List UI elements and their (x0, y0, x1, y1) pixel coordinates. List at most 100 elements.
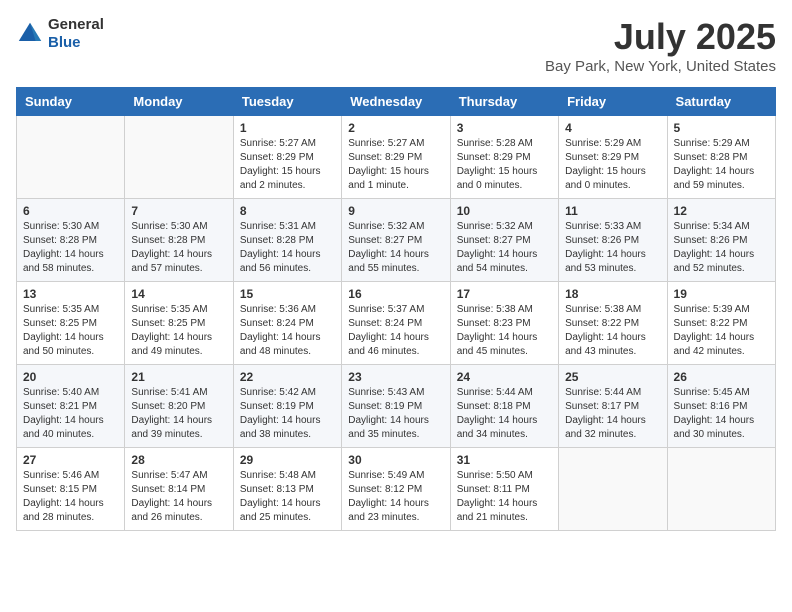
calendar-week-1: 1 Sunrise: 5:27 AM Sunset: 8:29 PM Daylig… (17, 116, 776, 199)
calendar-cell: 4 Sunrise: 5:29 AM Sunset: 8:29 PM Daylig… (559, 116, 667, 199)
day-info: Sunrise: 5:45 AM Sunset: 8:16 PM Dayligh… (674, 386, 769, 442)
day-number: 5 (674, 121, 769, 135)
day-number: 2 (348, 121, 443, 135)
day-info: Sunrise: 5:50 AM Sunset: 8:11 PM Dayligh… (457, 469, 552, 525)
day-number: 24 (457, 370, 552, 384)
calendar-cell (667, 448, 775, 531)
calendar-cell: 14 Sunrise: 5:35 AM Sunset: 8:25 PM Dayli… (125, 282, 233, 365)
calendar-cell: 7 Sunrise: 5:30 AM Sunset: 8:28 PM Daylig… (125, 199, 233, 282)
col-header-friday: Friday (559, 88, 667, 116)
calendar-cell: 19Sunrise: 5:39 AM Sunset: 8:22 PM Dayli… (667, 282, 775, 365)
calendar-cell: 29 Sunrise: 5:48 AM Sunset: 8:13 PM Dayli… (233, 448, 341, 531)
calendar-week-4: 20 Sunrise: 5:40 AM Sunset: 8:21 PM Dayli… (17, 365, 776, 448)
calendar-cell: 31 Sunrise: 5:50 AM Sunset: 8:11 PM Dayli… (450, 448, 558, 531)
day-info: Sunrise: 5:48 AM Sunset: 8:13 PM Dayligh… (240, 469, 335, 525)
day-number: 21 (131, 370, 226, 384)
calendar-cell: 13Sunrise: 5:35 AM Sunset: 8:25 PM Dayli… (17, 282, 125, 365)
day-number: 8 (240, 204, 335, 218)
day-info: Sunrise: 5:44 AM Sunset: 8:17 PM Dayligh… (565, 386, 660, 442)
day-info: Sunrise: 5:28 AM Sunset: 8:29 PM Dayligh… (457, 137, 552, 193)
day-info: Sunrise: 5:32 AM Sunset: 8:27 PM Dayligh… (457, 220, 552, 276)
day-number: 16 (348, 287, 443, 301)
calendar-cell: 30 Sunrise: 5:49 AM Sunset: 8:12 PM Dayli… (342, 448, 450, 531)
calendar-cell: 11 Sunrise: 5:33 AM Sunset: 8:26 PM Dayli… (559, 199, 667, 282)
day-number: 1 (240, 121, 335, 135)
day-info: Sunrise: 5:29 AM Sunset: 8:29 PM Dayligh… (565, 137, 660, 193)
calendar-cell: 18Sunrise: 5:38 AM Sunset: 8:22 PM Dayli… (559, 282, 667, 365)
calendar-cell (17, 116, 125, 199)
day-info: Sunrise: 5:49 AM Sunset: 8:12 PM Dayligh… (348, 469, 443, 525)
day-info: Sunrise: 5:33 AM Sunset: 8:26 PM Dayligh… (565, 220, 660, 276)
day-number: 31 (457, 453, 552, 467)
day-number: 3 (457, 121, 552, 135)
calendar-cell: 10 Sunrise: 5:32 AM Sunset: 8:27 PM Dayli… (450, 199, 558, 282)
logo-general: General (48, 16, 104, 34)
logo-blue: Blue (48, 34, 104, 52)
day-number: 6 (23, 204, 118, 218)
logo-icon (16, 20, 44, 48)
col-header-thursday: Thursday (450, 88, 558, 116)
calendar-cell: 21 Sunrise: 5:41 AM Sunset: 8:20 PM Dayli… (125, 365, 233, 448)
calendar-cell: 22 Sunrise: 5:42 AM Sunset: 8:19 PM Dayli… (233, 365, 341, 448)
day-number: 14 (131, 287, 226, 301)
calendar-cell: 24 Sunrise: 5:44 AM Sunset: 8:18 PM Dayli… (450, 365, 558, 448)
calendar-cell: 20 Sunrise: 5:40 AM Sunset: 8:21 PM Dayli… (17, 365, 125, 448)
day-info: Sunrise: 5:44 AM Sunset: 8:18 PM Dayligh… (457, 386, 552, 442)
calendar-cell (125, 116, 233, 199)
col-header-sunday: Sunday (17, 88, 125, 116)
day-number: 29 (240, 453, 335, 467)
calendar-cell: 28Sunrise: 5:47 AM Sunset: 8:14 PM Dayli… (125, 448, 233, 531)
day-number: 11 (565, 204, 660, 218)
day-info: Sunrise: 5:40 AM Sunset: 8:21 PM Dayligh… (23, 386, 118, 442)
day-info: Sunrise: 5:43 AM Sunset: 8:19 PM Dayligh… (348, 386, 443, 442)
day-number: 19 (674, 287, 769, 301)
day-number: 18 (565, 287, 660, 301)
page-header: General Blue July 2025 Bay Park, New Yor… (16, 16, 776, 75)
day-number: 7 (131, 204, 226, 218)
day-number: 4 (565, 121, 660, 135)
calendar-cell: 5 Sunrise: 5:29 AM Sunset: 8:28 PM Daylig… (667, 116, 775, 199)
calendar-week-2: 6 Sunrise: 5:30 AM Sunset: 8:28 PM Daylig… (17, 199, 776, 282)
calendar-header: SundayMondayTuesdayWednesdayThursdayFrid… (17, 88, 776, 116)
calendar-cell: 16Sunrise: 5:37 AM Sunset: 8:24 PM Dayli… (342, 282, 450, 365)
calendar-week-3: 13 Sunrise: 5:35 AM Sunset: 8:25 PM Dayli… (17, 282, 776, 365)
page-subtitle: Bay Park, New York, United States (545, 58, 776, 75)
day-number: 30 (348, 453, 443, 467)
day-info: Sunrise: 5:34 AM Sunset: 8:26 PM Dayligh… (674, 220, 769, 276)
day-number: 26 (674, 370, 769, 384)
day-number: 20 (23, 370, 118, 384)
day-info: Sunrise: 5:30 AM Sunset: 8:28 PM Dayligh… (131, 220, 226, 276)
day-info: Sunrise: 5:29 AM Sunset: 8:28 PM Dayligh… (674, 137, 769, 193)
calendar-cell: 17Sunrise: 5:38 AM Sunset: 8:23 PM Dayli… (450, 282, 558, 365)
col-header-monday: Monday (125, 88, 233, 116)
calendar-cell: 23Sunrise: 5:43 AM Sunset: 8:19 PM Dayli… (342, 365, 450, 448)
day-info: Sunrise: 5:30 AM Sunset: 8:28 PM Dayligh… (23, 220, 118, 276)
header-row: SundayMondayTuesdayWednesdayThursdayFrid… (17, 88, 776, 116)
calendar-body: 1 Sunrise: 5:27 AM Sunset: 8:29 PM Daylig… (17, 116, 776, 531)
day-info: Sunrise: 5:47 AM Sunset: 8:14 PM Dayligh… (131, 469, 226, 525)
page-title: July 2025 (545, 16, 776, 58)
calendar-cell: 25Sunrise: 5:44 AM Sunset: 8:17 PM Dayli… (559, 365, 667, 448)
day-info: Sunrise: 5:27 AM Sunset: 8:29 PM Dayligh… (240, 137, 335, 193)
day-number: 22 (240, 370, 335, 384)
day-number: 13 (23, 287, 118, 301)
day-info: Sunrise: 5:31 AM Sunset: 8:28 PM Dayligh… (240, 220, 335, 276)
day-info: Sunrise: 5:35 AM Sunset: 8:25 PM Dayligh… (131, 303, 226, 359)
day-info: Sunrise: 5:42 AM Sunset: 8:19 PM Dayligh… (240, 386, 335, 442)
day-number: 10 (457, 204, 552, 218)
logo-text: General Blue (48, 16, 104, 52)
calendar-cell: 12Sunrise: 5:34 AM Sunset: 8:26 PM Dayli… (667, 199, 775, 282)
day-number: 9 (348, 204, 443, 218)
calendar-cell: 9 Sunrise: 5:32 AM Sunset: 8:27 PM Daylig… (342, 199, 450, 282)
day-number: 15 (240, 287, 335, 301)
col-header-wednesday: Wednesday (342, 88, 450, 116)
calendar-cell: 26 Sunrise: 5:45 AM Sunset: 8:16 PM Dayli… (667, 365, 775, 448)
calendar-cell: 15Sunrise: 5:36 AM Sunset: 8:24 PM Dayli… (233, 282, 341, 365)
calendar-cell (559, 448, 667, 531)
logo: General Blue (16, 16, 104, 52)
day-number: 17 (457, 287, 552, 301)
day-info: Sunrise: 5:32 AM Sunset: 8:27 PM Dayligh… (348, 220, 443, 276)
day-info: Sunrise: 5:46 AM Sunset: 8:15 PM Dayligh… (23, 469, 118, 525)
calendar-cell: 27Sunrise: 5:46 AM Sunset: 8:15 PM Dayli… (17, 448, 125, 531)
day-info: Sunrise: 5:41 AM Sunset: 8:20 PM Dayligh… (131, 386, 226, 442)
